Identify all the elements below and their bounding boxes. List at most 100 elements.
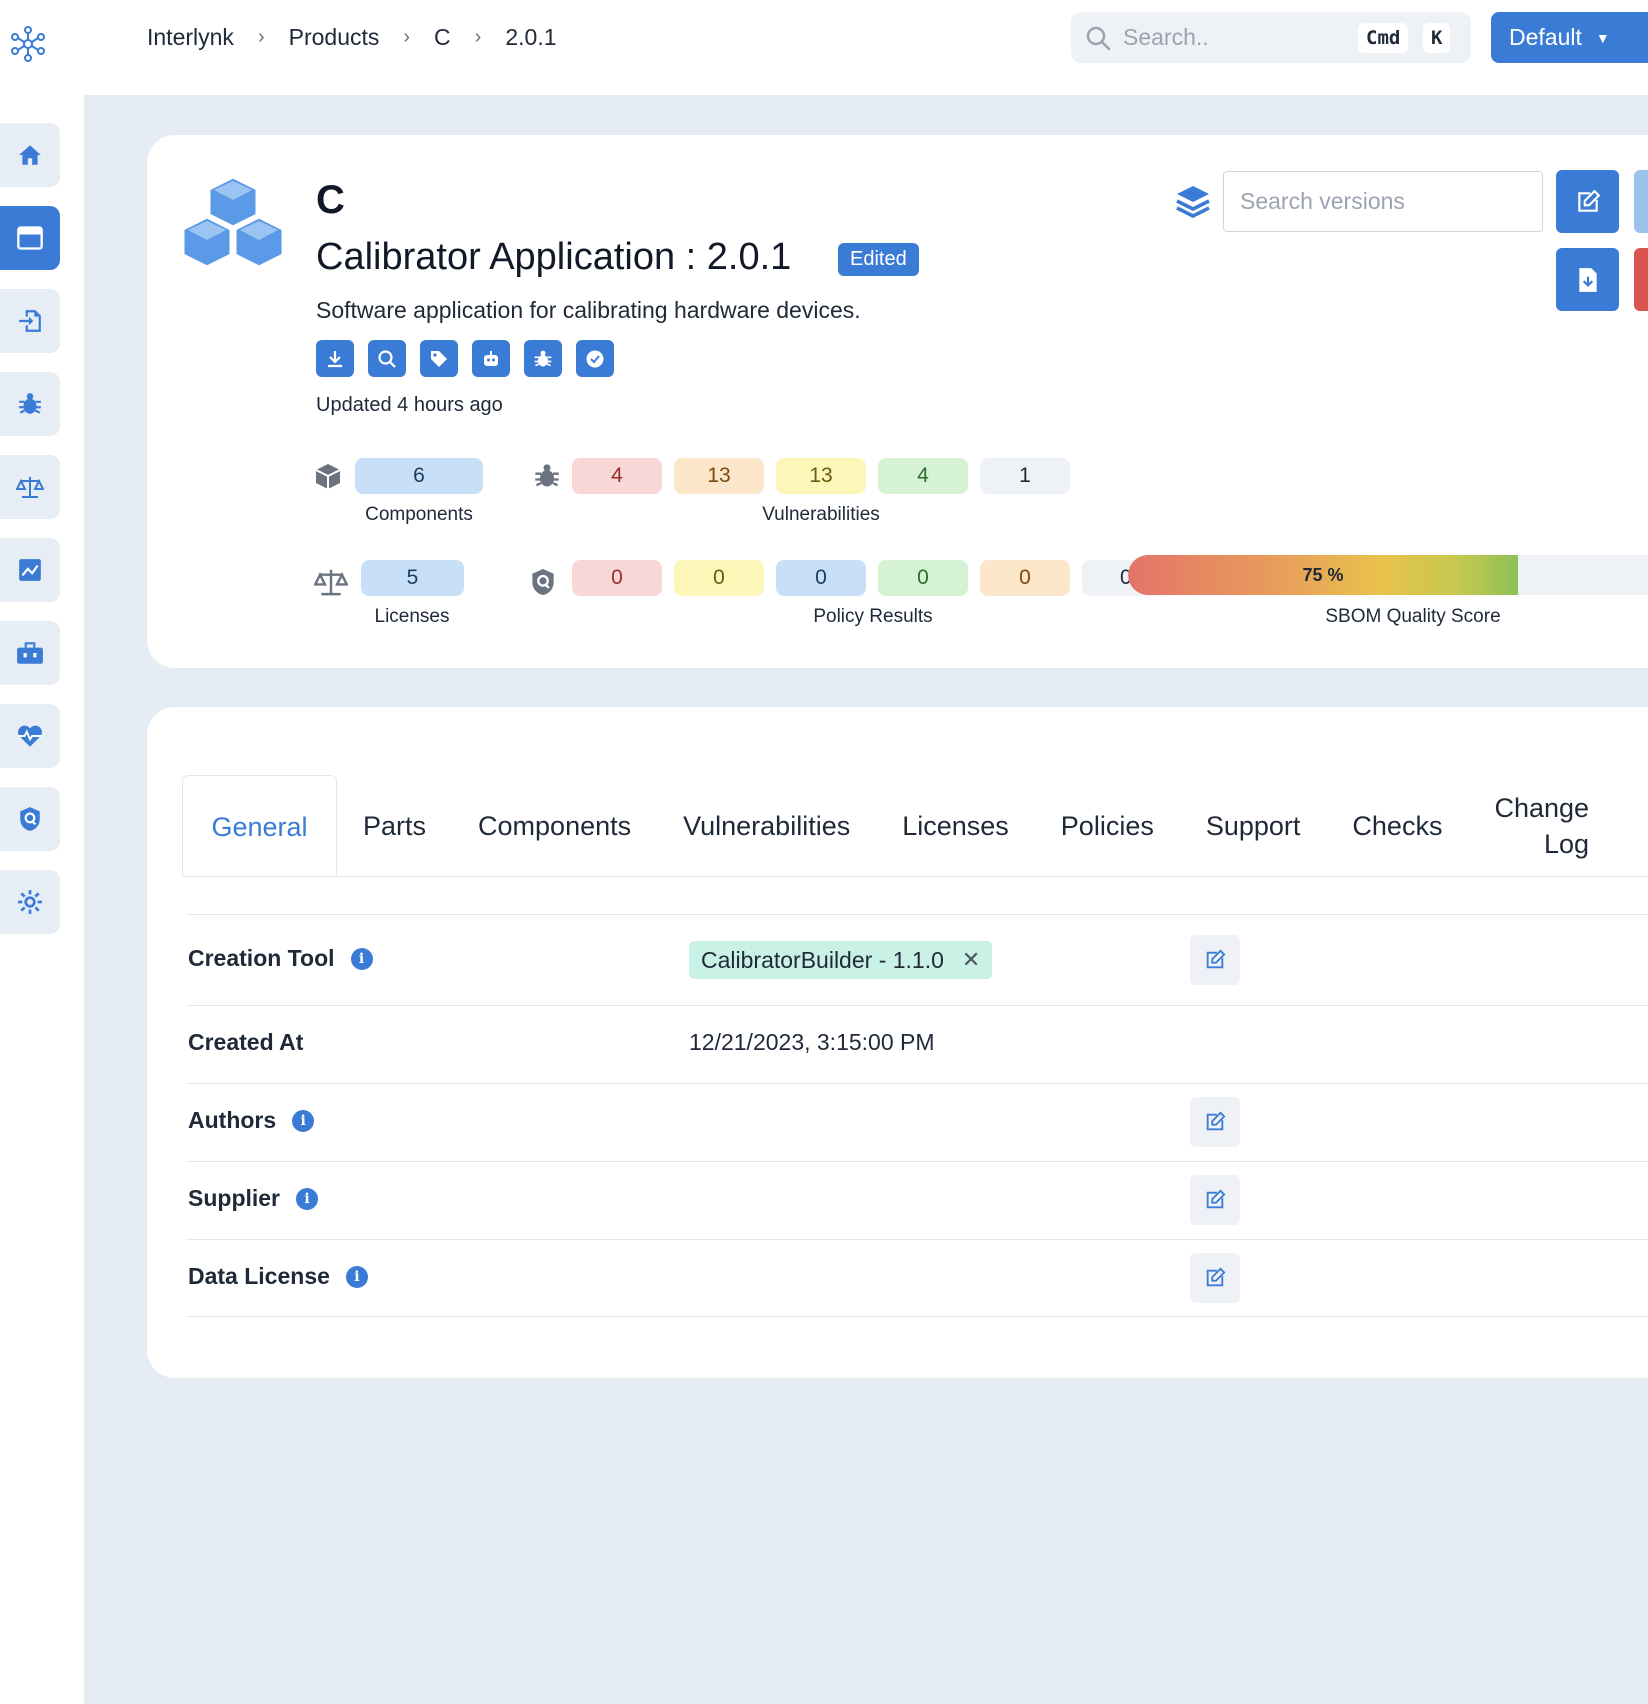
policy-fail-pill[interactable]: 0 (572, 560, 662, 596)
search-icon (378, 349, 396, 368)
check-circle-icon (586, 350, 604, 367)
row-divider (186, 1316, 1648, 1317)
version-search-input[interactable]: Search versions (1223, 171, 1543, 232)
compare-button[interactable] (1634, 170, 1648, 233)
info-icon[interactable]: i (350, 947, 373, 970)
sidebar-item-licenses[interactable] (0, 455, 60, 519)
tab-policies[interactable]: Policies (1035, 775, 1180, 877)
tab-vulnerabilities[interactable]: Vulnerabilities (657, 775, 876, 877)
product-version-title: Calibrator Application : 2.0.1 (316, 236, 792, 278)
policy-pass-pill[interactable]: 0 (878, 560, 968, 596)
search-placeholder: Search.. (1123, 24, 1209, 50)
scale-icon (314, 569, 348, 596)
tab-general[interactable]: General (182, 775, 337, 877)
edit-icon (1206, 949, 1226, 969)
edit-icon (1206, 1267, 1226, 1287)
shortcut-k-key: K (1423, 23, 1451, 53)
approve-button[interactable] (576, 340, 614, 377)
scale-icon (16, 477, 44, 498)
sidebar-item-products[interactable] (0, 206, 60, 270)
tab-parts[interactable]: Parts (337, 775, 452, 877)
toolbox-icon (17, 642, 43, 664)
sidebar-item-home[interactable] (0, 123, 60, 187)
policy-results-label: Policy Results (813, 606, 933, 627)
sidebar-item-policies[interactable] (0, 787, 60, 851)
vuln-critical-pill[interactable]: 4 (572, 458, 662, 494)
layers-icon[interactable] (1174, 183, 1212, 221)
bug-icon (535, 464, 559, 487)
sidebar-item-import[interactable] (0, 289, 60, 353)
edit-data-license-button[interactable] (1190, 1253, 1240, 1303)
sbom-quality-bar[interactable]: 75 % (1128, 555, 1648, 595)
row-divider (186, 914, 1648, 915)
tab-change-log[interactable]: Change Log (1468, 775, 1589, 877)
window-icon (17, 226, 43, 250)
sidebar-item-analytics[interactable] (0, 538, 60, 602)
version-search-placeholder: Search versions (1240, 188, 1405, 214)
vuln-low-pill[interactable]: 4 (878, 458, 968, 494)
policy-exception-pill[interactable]: 0 (980, 560, 1070, 596)
row-divider (186, 1083, 1648, 1084)
remove-tag-icon[interactable]: ✕ (962, 947, 980, 973)
global-search-input[interactable]: Search.. Cmd K (1071, 12, 1471, 63)
vulnerabilities-label: Vulnerabilities (762, 504, 880, 525)
updated-timestamp: Updated 4 hours ago (316, 394, 503, 416)
import-icon (19, 310, 41, 332)
breadcrumb-separator: › (403, 25, 411, 48)
download-button[interactable] (316, 340, 354, 377)
vuln-unknown-pill[interactable]: 1 (980, 458, 1070, 494)
vuln-medium-pill[interactable]: 13 (776, 458, 866, 494)
product-name: C (316, 178, 345, 222)
licenses-count-pill[interactable]: 5 (361, 560, 464, 596)
info-icon[interactable]: i (292, 1109, 315, 1132)
tag-button[interactable] (420, 340, 458, 377)
sidebar-item-settings[interactable] (0, 870, 60, 934)
edit-icon (1206, 1189, 1226, 1209)
search-icon (1086, 26, 1111, 51)
edit-product-button[interactable] (1556, 170, 1619, 233)
tab-components[interactable]: Components (452, 775, 657, 877)
creation-tool-value: CalibratorBuilder - 1.1.0 (701, 946, 944, 973)
edit-creation-tool-button[interactable] (1190, 935, 1240, 985)
edit-authors-button[interactable] (1190, 1097, 1240, 1147)
row-divider (186, 1239, 1648, 1240)
components-label: Components (365, 504, 473, 525)
row-divider (186, 1005, 1648, 1006)
breadcrumb-product[interactable]: C (434, 24, 451, 51)
shield-icon (20, 807, 40, 831)
components-count-pill[interactable]: 6 (355, 458, 483, 494)
info-icon[interactable]: i (296, 1187, 319, 1210)
product-description: Software application for calibrating har… (316, 297, 861, 323)
created-at-label-text: Created At (188, 1029, 304, 1055)
automation-button[interactable] (472, 340, 510, 377)
sidebar-item-vulnerabilities[interactable] (0, 372, 60, 436)
sbom-quality-label: SBOM Quality Score (1325, 606, 1501, 627)
tab-licenses[interactable]: Licenses (876, 775, 1035, 877)
sidebar-item-tools[interactable] (0, 621, 60, 685)
policy-info-pill[interactable]: 0 (776, 560, 866, 596)
tab-support[interactable]: Support (1180, 775, 1327, 877)
interlynk-logo-icon[interactable] (8, 24, 48, 64)
edit-supplier-button[interactable] (1190, 1175, 1240, 1225)
vuln-high-pill[interactable]: 13 (674, 458, 764, 494)
sidebar-item-health[interactable] (0, 704, 60, 768)
breadcrumb-org[interactable]: Interlynk (147, 24, 234, 51)
vulnerability-scan-button[interactable] (524, 340, 562, 377)
authors-label: Authors i (188, 1107, 315, 1134)
chevron-down-icon: ▼ (1595, 29, 1610, 46)
info-icon[interactable]: i (345, 1265, 368, 1288)
delete-button[interactable] (1634, 248, 1648, 311)
org-switcher-button[interactable]: Default ▼ (1491, 12, 1648, 63)
policy-warn-pill[interactable]: 0 (674, 560, 764, 596)
org-switcher-label: Default (1509, 24, 1582, 50)
licenses-label: Licenses (374, 606, 450, 627)
inspect-button[interactable] (368, 340, 406, 377)
tab-checks[interactable]: Checks (1326, 775, 1468, 877)
breadcrumb-products[interactable]: Products (289, 24, 380, 51)
policy-shield-icon (532, 569, 554, 595)
sbom-quality-value: 75 % (1302, 564, 1344, 585)
export-sbom-button[interactable] (1556, 248, 1619, 311)
edited-badge: Edited (838, 243, 919, 276)
row-divider (186, 1161, 1648, 1162)
product-cubes-icon (181, 175, 285, 269)
